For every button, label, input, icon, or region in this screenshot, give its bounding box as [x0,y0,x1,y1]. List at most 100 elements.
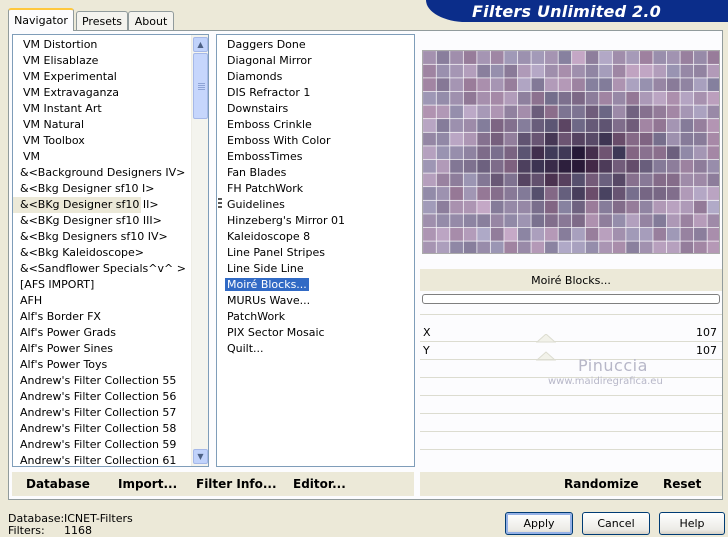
mosaic-tile [585,186,599,201]
mosaic-tile [666,200,681,214]
tab-about[interactable]: About [128,11,174,30]
category-label: VM Toolbox [23,134,85,147]
filter-item[interactable]: Guidelines [217,197,407,213]
mosaic-tile [558,118,572,133]
mosaic-tile [693,186,708,201]
filter-item[interactable]: Emboss With Color [217,133,407,149]
filter-item[interactable]: Downstairs [217,101,407,117]
category-item[interactable]: VM Natural [13,117,191,133]
category-item[interactable]: Alf's Border FX [13,309,191,325]
mosaic-tile [571,145,586,160]
mosaic-tile [612,145,626,160]
filter-item[interactable]: Hinzeberg's Mirror 01 [217,213,407,229]
category-item[interactable]: VM Instant Art [13,101,191,117]
database-button[interactable]: Database [26,477,90,491]
filter-info-button[interactable]: Filter Info... [196,477,277,491]
tab-navigator[interactable]: Navigator [8,8,74,31]
category-scrollbar[interactable]: ▲ ▼ [191,35,208,466]
mosaic-tile [463,173,477,187]
param-x-slider[interactable]: X 107 [420,325,722,341]
param-x-label: X [423,326,431,339]
filter-item[interactable]: Line Side Line [217,261,407,277]
scroll-down-icon[interactable]: ▼ [193,449,208,464]
cancel-button[interactable]: Cancel [582,512,650,535]
mosaic-tile [476,118,491,133]
import-button[interactable]: Import... [118,477,177,491]
category-item[interactable]: VM Elisablaze [13,53,191,69]
category-item[interactable]: Alf's Power Toys [13,357,191,373]
category-item[interactable]: &<Bkg Designer sf10 I> [13,181,191,197]
editor-button[interactable]: Editor... [293,477,346,491]
mosaic-tile [639,64,653,78]
category-item[interactable]: &<Bkg Designers sf10 IV> [13,229,191,245]
tab-presets[interactable]: Presets [76,11,128,30]
mosaic-tile [653,213,667,228]
filter-item[interactable]: DIS Refractor 1 [217,85,407,101]
category-item[interactable]: &<Bkg Kaleidoscope> [13,245,191,261]
mosaic-tile [558,213,572,228]
category-item[interactable]: Andrew's Filter Collection 55 [13,373,191,389]
category-label: VM [23,150,41,163]
filter-item[interactable]: Moiré Blocks... [217,277,407,293]
filter-item[interactable]: Kaleidoscope 8 [217,229,407,245]
mosaic-tile [666,64,681,78]
slider-thumb-icon[interactable] [536,334,556,362]
mosaic-tile [544,105,559,119]
category-item[interactable]: &<Sandflower Specials^v^ > [13,261,191,277]
category-item[interactable]: Alf's Power Sines [13,341,191,357]
filter-item[interactable]: PatchWork [217,309,407,325]
filter-item[interactable]: Diagonal Mirror [217,53,407,69]
filter-item[interactable]: Diamonds [217,69,407,85]
mosaic-tile [612,173,626,187]
randomize-button[interactable]: Randomize [564,477,638,491]
category-item[interactable]: VM Toolbox [13,133,191,149]
filter-list[interactable]: Daggers Done Diagonal Mirror Diamonds DIS R… [216,34,415,467]
mosaic-tile [490,213,504,228]
mosaic-tile [612,213,626,228]
mosaic-tile [423,105,437,119]
splitter-grip-icon[interactable] [218,198,222,210]
apply-button[interactable]: Apply [505,512,573,535]
category-item[interactable]: Andrew's Filter Collection 57 [13,405,191,421]
filter-item[interactable]: Emboss Crinkle [217,117,407,133]
category-item[interactable]: Andrew's Filter Collection 56 [13,389,191,405]
help-button[interactable]: Help [659,512,725,535]
category-item[interactable]: VM Experimental [13,69,191,85]
filter-item[interactable]: PIX Sector Mosaic [217,325,407,341]
mosaic-tile [612,200,626,214]
category-item[interactable]: &<BKg Designer sf10 III> [13,213,191,229]
category-item[interactable]: Andrew's Filter Collection 58 [13,421,191,437]
filter-item[interactable]: Daggers Done [217,37,407,53]
mosaic-tile [598,227,613,242]
category-label: VM Instant Art [23,102,102,115]
filter-item[interactable]: Fan Blades [217,165,407,181]
category-item[interactable]: Alf's Power Grads [13,325,191,341]
category-item[interactable]: &<Background Designers IV> [13,165,191,181]
param-y-slider[interactable]: Y 107 [420,343,722,359]
mosaic-tile [625,132,640,146]
scroll-thumb[interactable] [193,53,208,119]
filter-item[interactable]: FH PatchWork [217,181,407,197]
filter-item[interactable]: EmbossTimes [217,149,407,165]
mosaic-tile [423,227,437,242]
category-item[interactable]: Andrew's Filter Collection 59 [13,437,191,453]
filter-item[interactable]: Line Panel Stripes [217,245,407,261]
scroll-up-icon[interactable]: ▲ [193,37,208,52]
category-item[interactable]: VM Distortion [13,37,191,53]
category-item[interactable]: VM [13,149,191,165]
category-label: VM Natural [23,118,85,131]
category-item[interactable]: VM Extravaganza [13,85,191,101]
category-list[interactable]: VM Distortion VM Elisablaze VM Experimenta… [12,34,209,467]
mosaic-tile [463,77,477,92]
mosaic-tile [463,227,477,242]
filter-item[interactable]: Quilt... [217,341,407,357]
category-item[interactable]: Andrew's Filter Collection 61 [13,453,191,466]
category-item[interactable]: AFH [13,293,191,309]
mosaic-tile [517,51,532,65]
reset-button[interactable]: Reset [663,477,701,491]
filter-item[interactable]: MURUs Wave... [217,293,407,309]
mosaic-tile [544,227,559,242]
category-item[interactable]: [AFS IMPORT] [13,277,191,293]
category-item[interactable]: &<BKg Designer sf10 II> [13,197,159,213]
mosaic-tile [612,64,626,78]
